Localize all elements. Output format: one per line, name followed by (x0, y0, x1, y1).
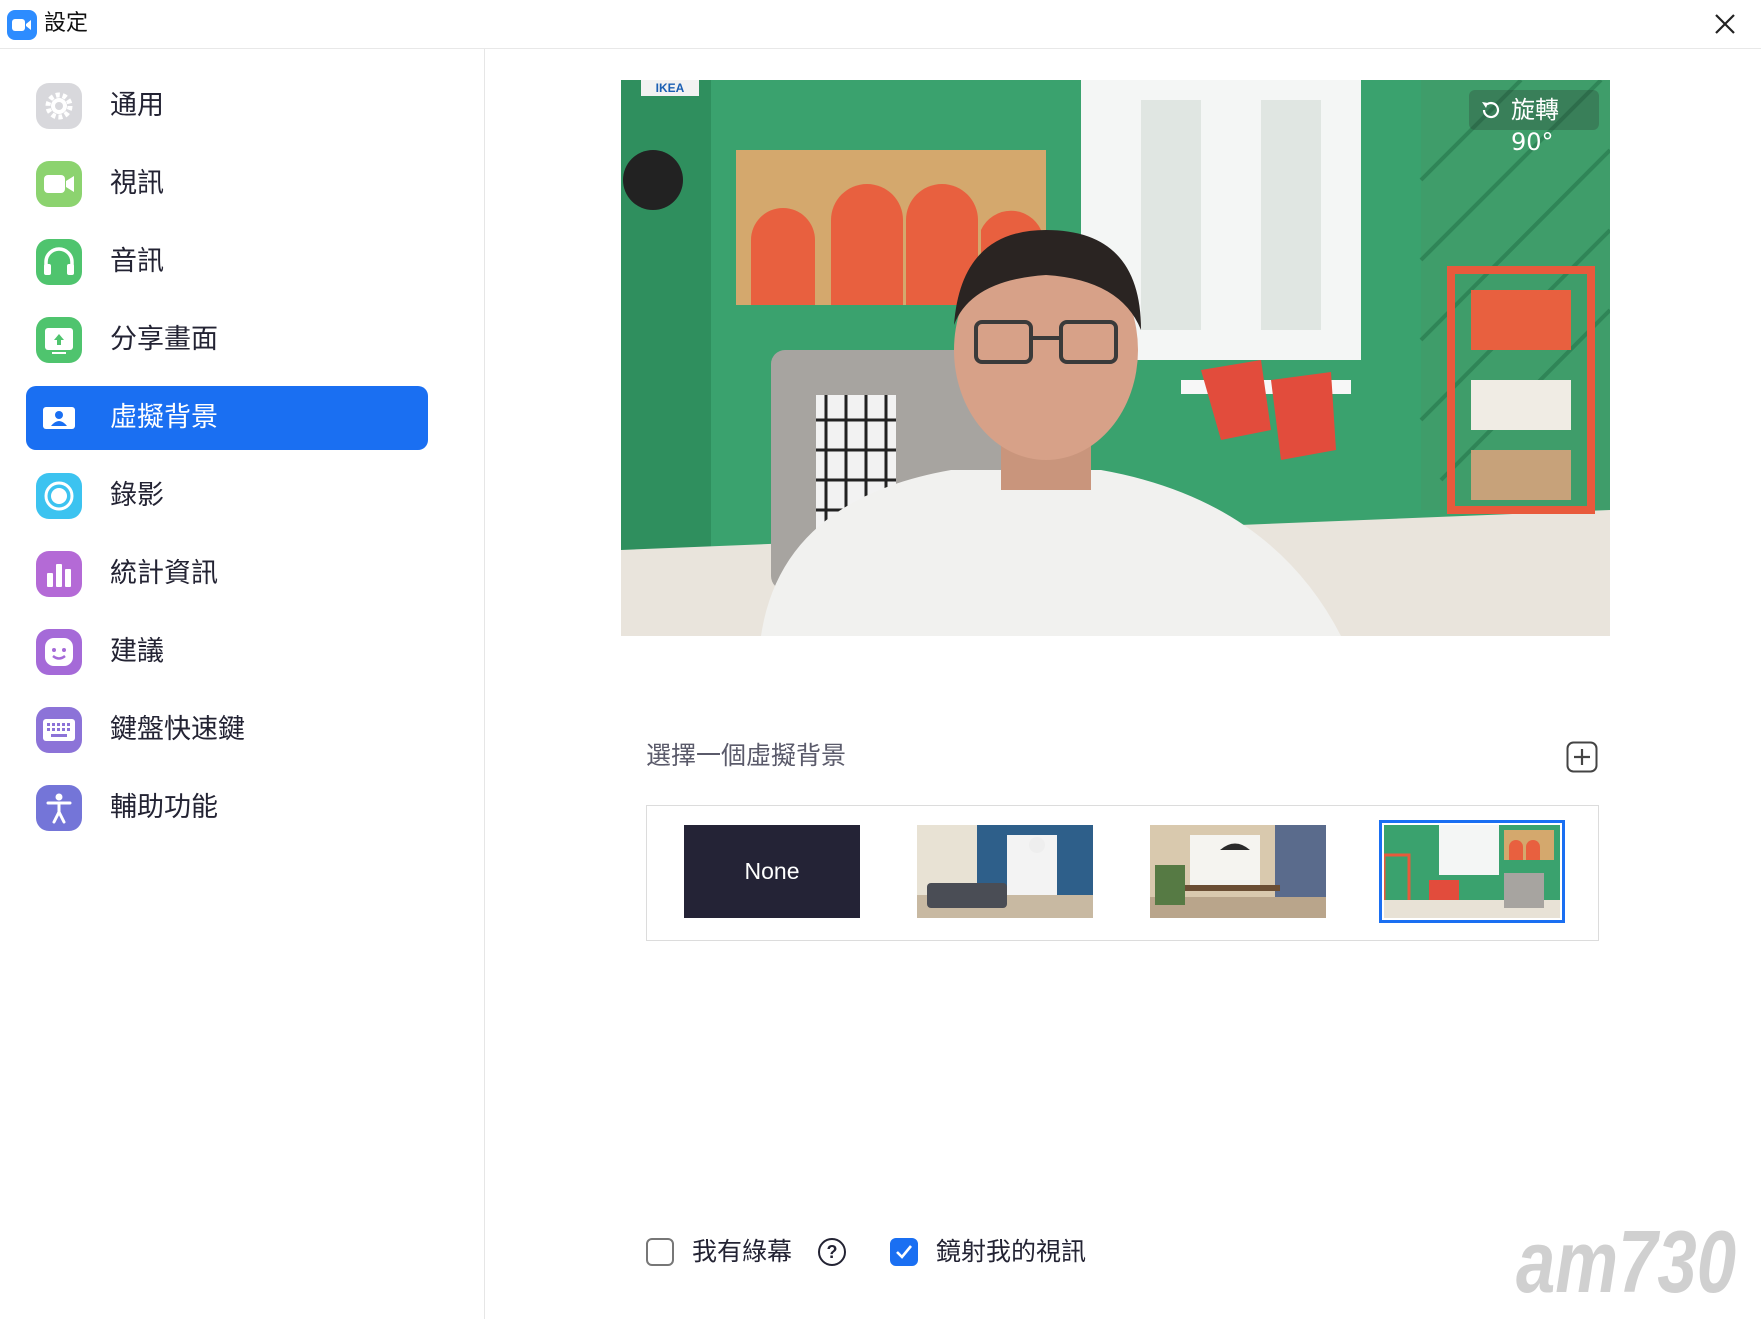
sidebar-item-label: 鍵盤快速鍵 (110, 714, 245, 745)
choose-background-label: 選擇一個虛擬背景 (646, 741, 847, 770)
background-thumbnail-green-room[interactable] (1379, 820, 1565, 923)
green-screen-option: 我有綠幕 ? (646, 1234, 846, 1274)
thumbnail-image (1150, 825, 1326, 918)
mirror-video-label: 鏡射我的視訊 (936, 1237, 1087, 1266)
svg-text:am730: am730 (1516, 1212, 1736, 1302)
mirror-video-option: 鏡射我的視訊 (890, 1234, 1150, 1274)
record-icon (36, 473, 82, 519)
sidebar-item-label: 音訊 (110, 246, 164, 277)
mirror-video-checkbox[interactable] (890, 1238, 918, 1266)
settings-sidebar: 通用 視訊 音訊 分享畫面 虛擬背景 錄影 統計資訊 建議 鍵盤快速鍵 輔助功能 (0, 49, 485, 1319)
sidebar-item-label: 分享畫面 (110, 324, 218, 355)
sidebar-item-label: 錄影 (110, 480, 164, 511)
sidebar-item-label: 視訊 (110, 168, 164, 199)
sidebar-item-audio[interactable]: 音訊 (26, 230, 428, 294)
rotate-icon (1482, 101, 1500, 119)
rotate-90-button[interactable]: 旋轉90° (1469, 90, 1599, 156)
background-thumbnail-list: None (646, 805, 1599, 941)
statistics-icon (36, 551, 82, 597)
ikea-sign: IKEA (656, 81, 685, 95)
gear-icon (36, 83, 82, 129)
headphones-icon (36, 239, 82, 285)
sidebar-item-keyboard-shortcuts[interactable]: 鍵盤快速鍵 (26, 698, 428, 762)
plus-icon (1566, 741, 1598, 773)
checkmark-icon (896, 1245, 913, 1259)
zoom-app-icon (7, 10, 37, 40)
am730-watermark-logo: am730 (1512, 1212, 1742, 1311)
video-camera-icon (36, 161, 82, 207)
virtual-background-icon (36, 395, 82, 441)
sidebar-item-video[interactable]: 視訊 (26, 152, 428, 216)
green-screen-checkbox[interactable] (646, 1238, 674, 1266)
sidebar-item-share-screen[interactable]: 分享畫面 (26, 308, 428, 372)
sidebar-item-accessibility[interactable]: 輔助功能 (26, 776, 428, 840)
thumbnail-label: None (744, 858, 800, 884)
keyboard-icon (36, 707, 82, 753)
sidebar-item-label: 虛擬背景 (110, 402, 218, 433)
thumbnail-image (917, 825, 1093, 918)
share-screen-icon (36, 317, 82, 363)
title-bar: 設定 (0, 0, 1761, 49)
sidebar-item-label: 建議 (110, 636, 164, 667)
background-thumbnail-living-room[interactable] (917, 825, 1093, 918)
sidebar-item-feedback[interactable]: 建議 (26, 620, 428, 684)
background-thumbnail-dining-room[interactable] (1150, 825, 1326, 918)
green-screen-label: 我有綠幕 (692, 1237, 793, 1266)
sidebar-item-statistics[interactable]: 統計資訊 (26, 542, 428, 606)
preview-image: IKEA (621, 80, 1610, 636)
sidebar-item-label: 統計資訊 (110, 558, 218, 589)
video-preview: IKEA 旋轉90° (621, 80, 1610, 636)
close-icon (1715, 14, 1735, 34)
add-background-button[interactable] (1566, 741, 1598, 773)
sidebar-item-label: 通用 (110, 90, 164, 121)
settings-window: 設定 通用 視訊 音訊 分享畫面 虛擬背景 錄影 統計資訊 建議 鍵盤快速鍵 輔… (0, 0, 1761, 1319)
accessibility-icon (36, 785, 82, 831)
sidebar-item-virtual-background[interactable]: 虛擬背景 (26, 386, 428, 450)
sidebar-item-general[interactable]: 通用 (26, 74, 428, 138)
rotate-label: 旋轉90° (1511, 96, 1559, 156)
window-title: 設定 (44, 11, 89, 36)
background-thumbnail-none[interactable]: None (684, 825, 860, 918)
sidebar-item-recording[interactable]: 錄影 (26, 464, 428, 528)
sidebar-item-label: 輔助功能 (110, 792, 218, 823)
help-icon[interactable]: ? (818, 1238, 846, 1266)
close-button[interactable] (1705, 6, 1745, 42)
thumbnail-image (1384, 825, 1560, 918)
feedback-icon (36, 629, 82, 675)
